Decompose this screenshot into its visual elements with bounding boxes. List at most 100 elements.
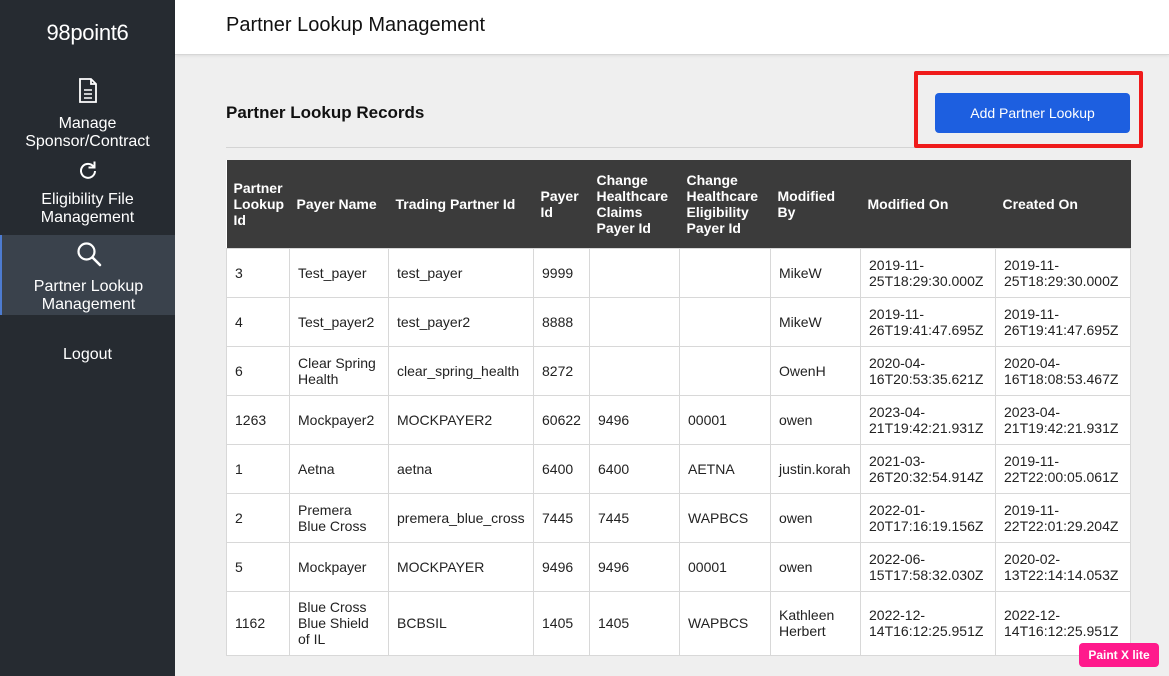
table-cell: Mockpayer (289, 541, 389, 592)
table-cell (589, 345, 680, 396)
table-cell: Premera Blue Cross (289, 492, 389, 543)
table-cell: test_payer2 (388, 296, 534, 347)
table-row[interactable]: 1 Aetna aetna 6400 6400 AETNA justin.kor… (226, 443, 1131, 494)
sidebar-item-label: Partner Lookup (33, 278, 144, 295)
sidebar-item-label: Sponsor/Contract (25, 133, 150, 150)
table-cell: Mockpayer2 (289, 394, 389, 445)
column-header: Change Healthcare Claims Payer Id (589, 160, 680, 248)
table-cell: MikeW (770, 296, 861, 347)
table-cell (679, 247, 771, 298)
table-cell: 2019-11-22T22:01:29.204Z (995, 492, 1131, 543)
table-cell: owen (770, 394, 861, 445)
table-cell: justin.korah (770, 443, 861, 494)
table-cell: 2022-06-15T17:58:32.030Z (860, 541, 996, 592)
table-cell: 1405 (589, 590, 680, 656)
table-cell: Clear Spring Health (289, 345, 389, 396)
logout-link[interactable]: Logout (0, 346, 175, 366)
table-cell (679, 345, 771, 396)
table-cell: 2022-01-20T17:16:19.156Z (860, 492, 996, 543)
table-cell: 00001 (679, 394, 771, 445)
table-row[interactable]: 3 Test_payer test_payer 9999 MikeW 2019-… (226, 247, 1131, 298)
sidebar-item-label: Eligibility File (41, 191, 134, 208)
table-row[interactable]: 5 Mockpayer MOCKPAYER 9496 9496 00001 ow… (226, 541, 1131, 592)
table-cell: WAPBCS (679, 590, 771, 656)
table-cell: 2023-04-21T19:42:21.931Z (995, 394, 1131, 445)
table-cell: AETNA (679, 443, 771, 494)
table-cell: MOCKPAYER (388, 541, 534, 592)
add-partner-lookup-button[interactable]: Add Partner Lookup (935, 93, 1130, 133)
table-cell: 2019-11-25T18:29:30.000Z (860, 247, 996, 298)
table-cell: 7445 (533, 492, 590, 543)
search-icon (2, 241, 175, 272)
paint-x-lite-badge: Paint X lite (1079, 643, 1159, 667)
table-cell: 60622 (533, 394, 590, 445)
table-cell: 00001 (679, 541, 771, 592)
table-cell: premera_blue_cross (388, 492, 534, 543)
page-title: Partner Lookup Management (226, 14, 486, 36)
table-row[interactable]: 1263 Mockpayer2 MOCKPAYER2 60622 9496 00… (226, 394, 1131, 445)
column-header: Modified On (860, 160, 996, 248)
table-cell: 5 (226, 541, 290, 592)
table-cell: 1405 (533, 590, 590, 656)
table-cell: Blue Cross Blue Shield of IL (289, 590, 389, 656)
document-icon (0, 78, 175, 109)
column-header: Change Healthcare Eligibility Payer Id (679, 160, 771, 248)
table-cell: 7445 (589, 492, 680, 543)
table-cell: owen (770, 492, 861, 543)
table-cell: 8888 (533, 296, 590, 347)
refresh-icon (0, 160, 175, 185)
table-cell: 2019-11-25T18:29:30.000Z (995, 247, 1131, 298)
table-cell: clear_spring_health (388, 345, 534, 396)
table-cell: 2019-11-22T22:00:05.061Z (995, 443, 1131, 494)
table-row[interactable]: 6 Clear Spring Health clear_spring_healt… (226, 345, 1131, 396)
column-header: Payer Name (289, 160, 389, 248)
table-cell: 9999 (533, 247, 590, 298)
table-cell: MikeW (770, 247, 861, 298)
table-cell (589, 247, 680, 298)
table-cell: 2020-02-13T22:14:14.053Z (995, 541, 1131, 592)
column-header: Created On (995, 160, 1131, 248)
table-cell: 9496 (589, 394, 680, 445)
table-cell: 2 (226, 492, 290, 543)
table-cell: 2023-04-21T19:42:21.931Z (860, 394, 996, 445)
table-cell: Test_payer2 (289, 296, 389, 347)
sidebar-item-manage-sponsor-contract[interactable]: Manage Sponsor/Contract (0, 78, 175, 156)
table-cell: OwenH (770, 345, 861, 396)
table-cell: owen (770, 541, 861, 592)
table-cell: Aetna (289, 443, 389, 494)
sidebar-item-eligibility-file-management[interactable]: Eligibility File Management (0, 160, 175, 232)
table-cell: MOCKPAYER2 (388, 394, 534, 445)
table-cell: 9496 (589, 541, 680, 592)
table-cell: 1263 (226, 394, 290, 445)
table-cell: 3 (226, 247, 290, 298)
table-cell: 1 (226, 443, 290, 494)
section-title: Partner Lookup Records (226, 103, 425, 122)
table-cell: 9496 (533, 541, 590, 592)
table-cell: Test_payer (289, 247, 389, 298)
sidebar-item-partner-lookup-management[interactable]: Partner Lookup Management (0, 235, 175, 315)
table-row[interactable]: 2 Premera Blue Cross premera_blue_cross … (226, 492, 1131, 543)
logo: 98point6 (46, 20, 129, 45)
header: Partner Lookup Management (175, 0, 1169, 55)
table-cell: 8272 (533, 345, 590, 396)
table-row[interactable]: 1162 Blue Cross Blue Shield of IL BCBSIL… (226, 590, 1131, 656)
table-cell: 2019-11-26T19:41:47.695Z (995, 296, 1131, 347)
table-cell: 2020-04-16T18:08:53.467Z (995, 345, 1131, 396)
partner-lookup-table: Partner Lookup Id Payer Name Trading Par… (226, 160, 1131, 656)
column-header: Payer Id (533, 160, 590, 248)
table-cell: 2020-04-16T20:53:35.621Z (860, 345, 996, 396)
sidebar-item-label: Management (40, 209, 135, 226)
sidebar-item-label: Manage (58, 115, 117, 132)
column-header: Modified By (770, 160, 861, 248)
table-cell: Kathleen Herbert (770, 590, 861, 656)
table-row[interactable]: 4 Test_payer2 test_payer2 8888 MikeW 201… (226, 296, 1131, 347)
table-cell: 4 (226, 296, 290, 347)
table-cell (589, 296, 680, 347)
table-cell (679, 296, 771, 347)
sidebar-item-label: Management (41, 296, 136, 313)
table-cell: 1162 (226, 590, 290, 656)
table-cell: test_payer (388, 247, 534, 298)
table-cell: WAPBCS (679, 492, 771, 543)
table-cell: aetna (388, 443, 534, 494)
table-header-row: Partner Lookup Id Payer Name Trading Par… (226, 160, 1131, 248)
